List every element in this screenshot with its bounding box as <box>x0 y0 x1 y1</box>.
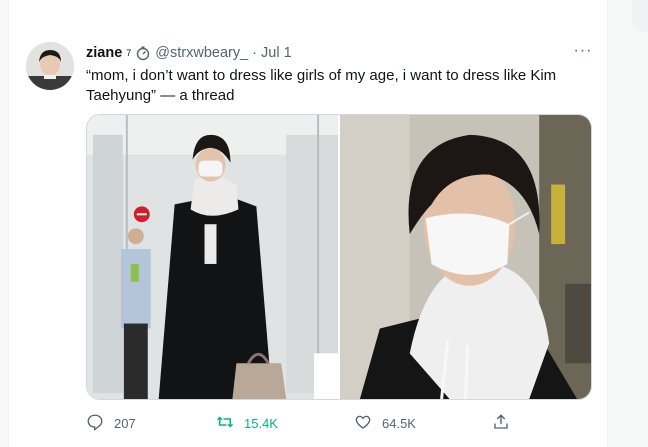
avatar[interactable] <box>26 42 74 90</box>
photo-closeup-mask[interactable] <box>340 115 591 399</box>
reply-icon <box>86 413 104 434</box>
name-superscript: 7 <box>126 48 132 58</box>
separator: · <box>252 45 258 61</box>
photo-airport-full-body[interactable] <box>87 115 338 399</box>
tweet-text: “mom, i don’t want to dress like girls o… <box>86 67 557 104</box>
sidebar-gutter <box>610 0 648 447</box>
like-count: 64.5K <box>382 415 416 431</box>
tweet-actions: 207 15.4K 64.5K <box>86 410 526 436</box>
like-button[interactable]: 64.5K <box>354 410 416 436</box>
retweet-count: 15.4K <box>244 415 278 431</box>
media-grid[interactable] <box>86 114 592 400</box>
display-name[interactable]: ziane <box>86 45 122 61</box>
reply-count: 207 <box>114 415 136 431</box>
reply-button[interactable]: 207 <box>86 410 136 436</box>
more-icon[interactable]: ··· <box>573 41 593 61</box>
handle[interactable]: @strxwbeary_ <box>155 45 248 61</box>
tweet-date[interactable]: Jul 1 <box>261 45 292 61</box>
heart-icon <box>354 413 372 434</box>
share-button[interactable] <box>492 410 510 436</box>
share-icon <box>492 413 510 434</box>
retweet-icon <box>216 413 234 434</box>
timeline: ziane 7 @strxwbeary_ · Jul 1 ··· “mom, i… <box>0 0 648 447</box>
stopwatch-icon <box>135 45 151 61</box>
retweet-button[interactable]: 15.4K <box>216 410 278 436</box>
tweet-header: ziane 7 @strxwbeary_ · Jul 1 <box>86 44 292 62</box>
